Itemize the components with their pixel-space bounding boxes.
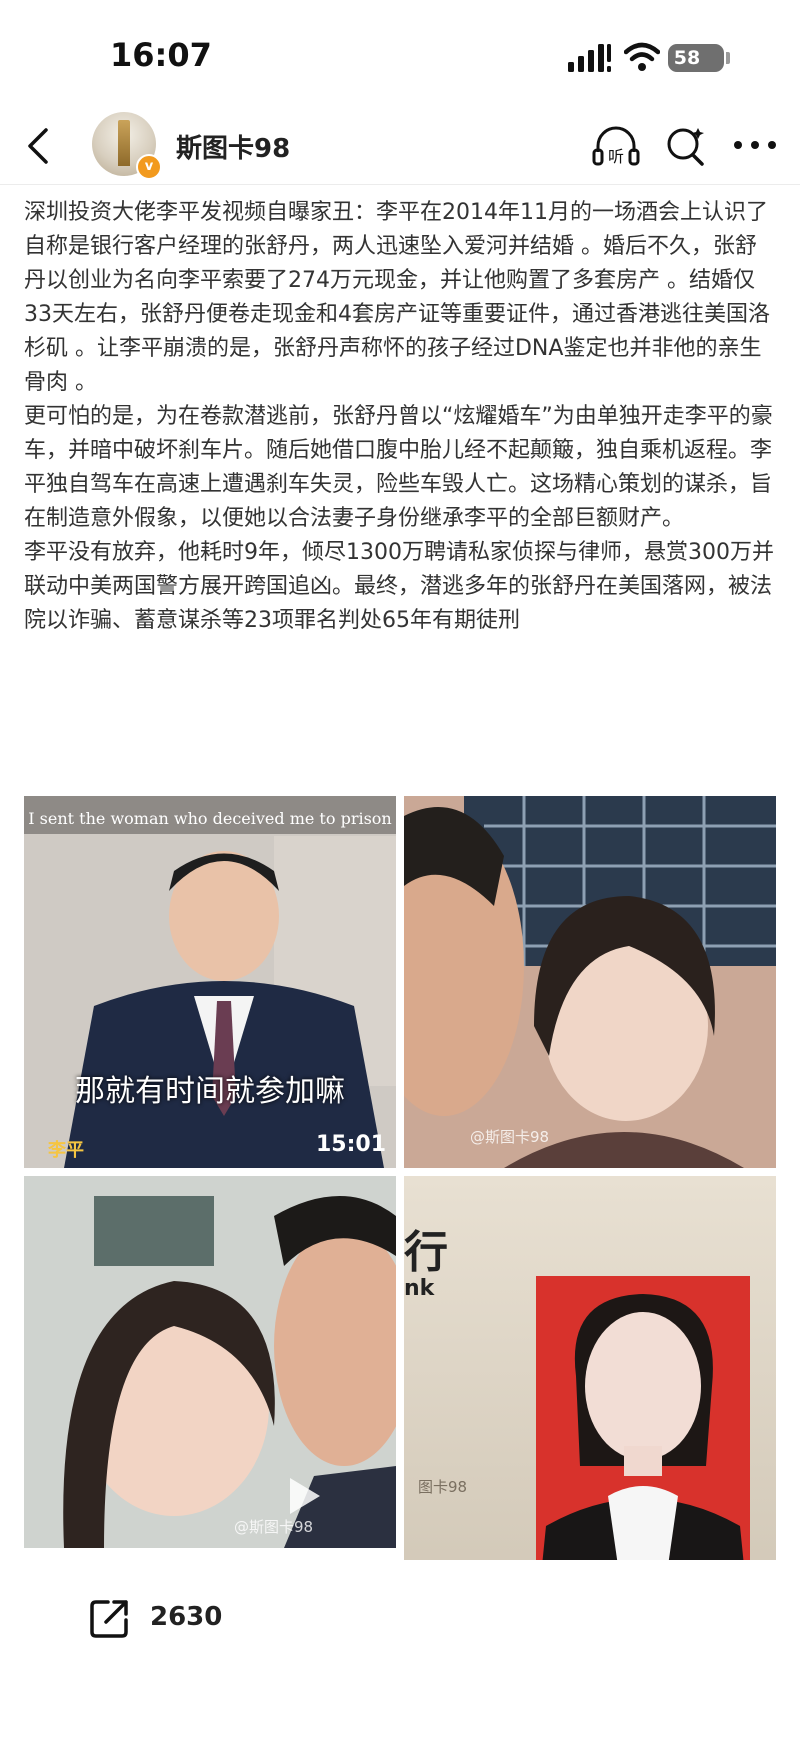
post-paragraph-2: 更可怕的是，为在卷款潜逃前，张舒丹曾以“炫耀婚车”为由单独开走李平的豪车，并暗中…	[24, 404, 773, 531]
more-icon[interactable]	[730, 130, 780, 160]
avatar[interactable]: v	[92, 112, 162, 180]
post-paragraph-1: 深圳投资大佬李平发视频自曝家丑：李平在2014年11月的一场酒会上认识了自称是银…	[24, 200, 770, 395]
video-name-tag: 李平	[48, 1140, 84, 1161]
verified-badge: v	[136, 154, 162, 180]
video-subtitle-zh: 那就有时间就参加嘛	[75, 1074, 345, 1109]
photo3-illustration	[24, 1176, 396, 1548]
photo2-watermark: @斯图卡98	[470, 1128, 550, 1146]
post-paragraph-3: 李平没有放弃，他耗时9年，倾尽1300万聘请私家侦探与律师，悬赏300万并联动中…	[24, 540, 774, 633]
post-text: 深圳投资大佬李平发视频自曝家丑：李平在2014年11月的一场酒会上认识了自称是银…	[24, 196, 776, 638]
listen-glyph: 听	[608, 147, 624, 166]
photo-video-thumbnail[interactable]: I sent the woman who deceived me to pris…	[24, 796, 396, 1168]
play-icon[interactable]	[286, 1476, 322, 1516]
signal-icon	[568, 44, 611, 72]
photo2-illustration	[404, 796, 776, 1168]
back-icon[interactable]	[18, 122, 58, 170]
photo3-watermark: @斯图卡98	[234, 1518, 314, 1536]
status-bar: 16:07 58	[0, 0, 800, 110]
video-caption-en: I sent the woman who deceived me to pris…	[24, 796, 396, 834]
bank-sign: 行	[404, 1227, 448, 1278]
status-time: 16:07	[110, 36, 212, 74]
photo4-watermark: 图卡98	[418, 1478, 468, 1496]
nav-bar: v 斯图卡98 听	[0, 108, 800, 185]
bank-sign-sub: nk	[404, 1276, 435, 1301]
photo-couple-selfie-1[interactable]: @斯图卡98	[404, 796, 776, 1168]
share-icon[interactable]	[88, 1596, 132, 1640]
photo-couple-selfie-2[interactable]: @斯图卡98	[24, 1176, 396, 1548]
bottom-bar: 2630	[0, 1560, 800, 1700]
wifi-icon	[624, 42, 660, 71]
battery-level: 58	[673, 47, 701, 69]
avatar-tower	[118, 120, 130, 166]
battery-cap	[726, 52, 730, 64]
username[interactable]: 斯图卡98	[176, 128, 290, 165]
photo1-illustration	[24, 796, 396, 1168]
listen-icon[interactable]: 听	[590, 122, 642, 170]
search-icon[interactable]	[664, 122, 708, 170]
share-count[interactable]: 2630	[150, 1602, 222, 1632]
video-duration: 15:01	[315, 1132, 386, 1157]
battery-icon: 58	[668, 44, 724, 72]
